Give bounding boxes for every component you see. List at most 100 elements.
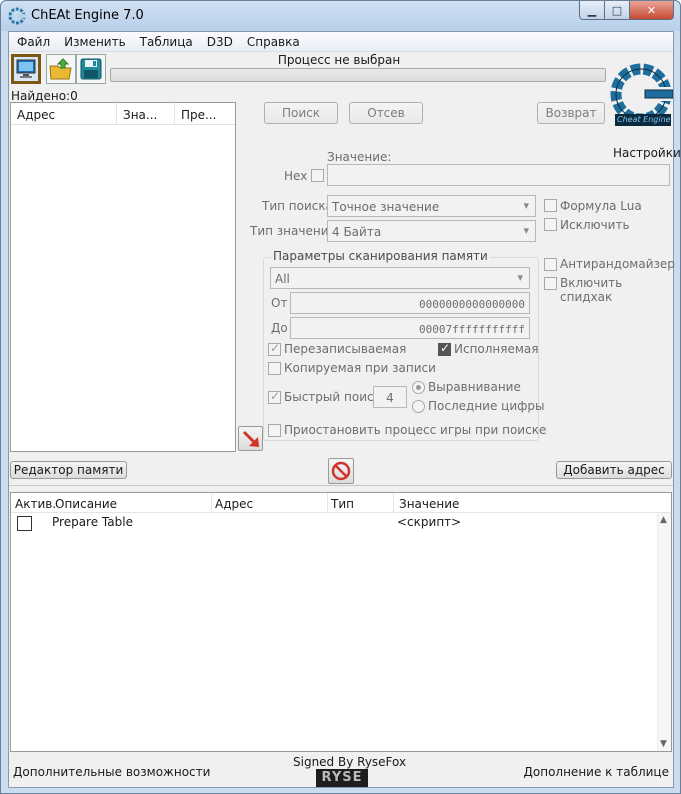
- cheat-engine-logo[interactable]: Cheat Engine: [609, 52, 674, 144]
- col-value[interactable]: Зна...: [117, 103, 175, 124]
- executable-checkbox[interactable]: [438, 341, 451, 356]
- menu-help[interactable]: Справка: [239, 32, 306, 51]
- scroll-up-icon[interactable]: ▲: [660, 515, 667, 525]
- hex-checkbox[interactable]: [311, 169, 324, 182]
- row-description[interactable]: Prepare Table: [52, 515, 133, 529]
- title-bar[interactable]: ChEAt Engine 7.0 ▁ □ ✕: [1, 1, 680, 31]
- cheat-engine-app-icon: [8, 7, 26, 25]
- signed-by-label: Signed By RyseFox: [293, 755, 407, 769]
- found-list-header: Адрес Зна... Пре...: [11, 103, 235, 125]
- menu-file[interactable]: Файл: [9, 32, 56, 51]
- menu-table[interactable]: Таблица: [132, 32, 199, 51]
- lua-formula-label: Формула Lua: [560, 199, 642, 213]
- red-arrow-icon: [242, 430, 259, 447]
- copy-on-write-checkbox[interactable]: [268, 362, 281, 375]
- last-digits-radio[interactable]: [412, 400, 425, 413]
- memory-region-select[interactable]: All: [270, 267, 530, 289]
- folder-open-icon: [49, 58, 72, 80]
- add-to-table-arrow-button[interactable]: [238, 426, 263, 451]
- pause-game-label: Приостановить процесс игры при поиске: [284, 423, 547, 437]
- copy-on-write-label: Копируемая при записи: [284, 361, 436, 375]
- floppy-save-icon: [80, 58, 102, 80]
- pause-game-checkbox[interactable]: [268, 424, 281, 437]
- col-description[interactable]: Описание: [55, 497, 117, 511]
- stop-sign-icon: [331, 461, 351, 481]
- col-type[interactable]: Тип: [331, 497, 354, 511]
- undo-scan-button[interactable]: Возврат: [537, 102, 605, 124]
- scan-type-label: Тип поиска: [262, 199, 333, 213]
- cheat-table[interactable]: Актив. Описание Адрес Тип Значение Prepa…: [10, 492, 672, 752]
- value-type-label: Тип значения: [250, 224, 336, 238]
- close-button[interactable]: ✕: [630, 1, 674, 20]
- alignment-radio[interactable]: [412, 381, 425, 394]
- col-address[interactable]: Адрес: [11, 103, 117, 124]
- memory-scan-options-title: Параметры сканирования памяти: [271, 249, 490, 263]
- logo-text: Cheat Engine: [617, 115, 671, 124]
- found-addresses-list[interactable]: Адрес Зна... Пре...: [10, 102, 236, 452]
- hex-label: Hex: [284, 169, 308, 183]
- value-input[interactable]: [327, 164, 670, 186]
- menu-bar: Файл Изменить Таблица D3D Справка: [9, 32, 673, 52]
- stop-address-input[interactable]: 00007fffffffffff: [290, 317, 530, 339]
- value-type-select[interactable]: 4 Байта: [327, 220, 536, 242]
- open-process-button[interactable]: [11, 54, 41, 84]
- executable-label: Исполняемая: [454, 342, 539, 356]
- scan-type-select[interactable]: Точное значение: [327, 195, 536, 217]
- scan-progress-bar: [110, 68, 606, 82]
- fast-scan-checkbox[interactable]: [268, 389, 281, 404]
- process-label: Процесс не выбран: [277, 53, 401, 67]
- app-window: ChEAt Engine 7.0 ▁ □ ✕ Файл Изменить Таб…: [0, 0, 681, 794]
- col-separator: [211, 493, 212, 513]
- panel-splitter[interactable]: [9, 485, 673, 488]
- alignment-label: Выравнивание: [428, 380, 521, 394]
- fast-scan-alignment-input[interactable]: 4: [373, 386, 407, 408]
- next-scan-button[interactable]: Отсев: [349, 102, 423, 124]
- open-file-button[interactable]: [46, 54, 76, 84]
- close-icon: ✕: [646, 3, 657, 17]
- memory-view-button[interactable]: Редактор памяти: [10, 461, 127, 479]
- not-checkbox[interactable]: [544, 218, 557, 231]
- not-label: Исключить: [560, 218, 630, 232]
- col-previous[interactable]: Пре...: [175, 103, 235, 124]
- unrandomizer-label: Антирандомайзер: [560, 257, 675, 271]
- col-value[interactable]: Значение: [399, 497, 459, 511]
- table-extras-link[interactable]: Дополнение к таблице: [524, 765, 669, 779]
- computer-icon: [16, 59, 36, 78]
- fast-scan-label: Быстрый поиск: [284, 390, 381, 404]
- clear-table-button[interactable]: [328, 458, 354, 484]
- maximize-icon: □: [611, 3, 623, 17]
- row-value[interactable]: <скрипт>: [397, 515, 461, 529]
- found-count: Найдено:0: [11, 89, 78, 103]
- scroll-down-icon[interactable]: ▼: [660, 739, 667, 749]
- col-address[interactable]: Адрес: [215, 497, 253, 511]
- col-separator: [393, 493, 394, 513]
- unrandomizer-checkbox[interactable]: [544, 258, 557, 271]
- add-address-button[interactable]: Добавить адрес: [556, 461, 672, 479]
- minimize-button[interactable]: ▁: [579, 1, 605, 20]
- save-button[interactable]: [76, 54, 106, 84]
- advanced-options-link[interactable]: Дополнительные возможности: [13, 765, 210, 779]
- maximize-button[interactable]: □: [605, 1, 630, 20]
- settings-link[interactable]: Настройки: [613, 146, 681, 160]
- minimize-icon: ▁: [587, 3, 597, 17]
- window-controls: ▁ □ ✕: [579, 1, 674, 20]
- speedhack-checkbox[interactable]: [544, 277, 557, 290]
- row-active-checkbox[interactable]: [17, 516, 32, 531]
- ryse-badge: RYSE: [316, 769, 368, 787]
- cheat-table-header: Актив. Описание Адрес Тип Значение: [11, 493, 671, 513]
- last-digits-label: Последние цифры: [428, 399, 545, 413]
- menu-edit[interactable]: Изменить: [56, 32, 132, 51]
- window-title: ChEAt Engine 7.0: [31, 8, 144, 23]
- menu-d3d[interactable]: D3D: [199, 32, 239, 51]
- speedhack-label: Включить спидхак: [560, 276, 623, 304]
- main-client-area: Файл Изменить Таблица D3D Справка Процес…: [8, 31, 681, 788]
- first-scan-button[interactable]: Поиск: [264, 102, 338, 124]
- writable-checkbox[interactable]: [268, 341, 281, 356]
- cheat-table-scrollbar[interactable]: ▲ ▼: [657, 513, 671, 751]
- lua-formula-checkbox[interactable]: [544, 199, 557, 212]
- value-label: Значение:: [327, 150, 392, 164]
- writable-label: Перезаписываемая: [284, 342, 407, 356]
- col-active[interactable]: Актив.: [15, 497, 56, 511]
- start-address-input[interactable]: 0000000000000000: [290, 292, 530, 314]
- to-label: До: [271, 321, 288, 335]
